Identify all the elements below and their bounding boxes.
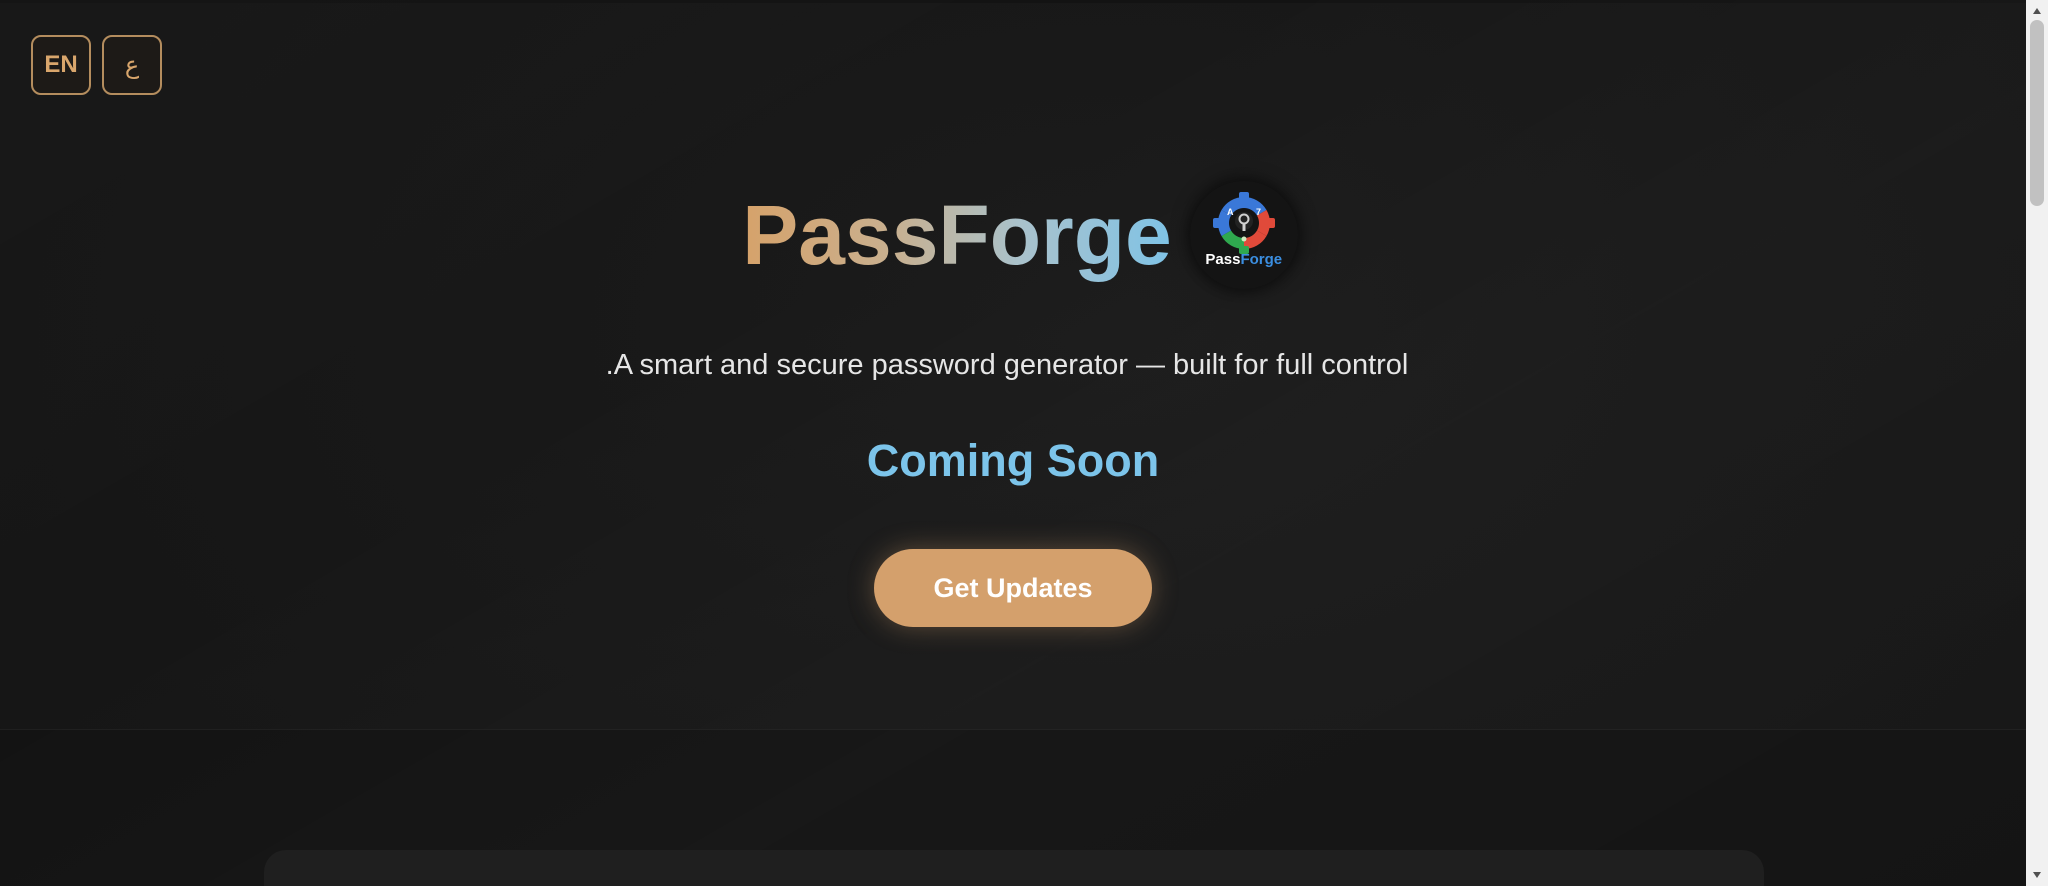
scrollbar-thumb[interactable]: [2030, 20, 2044, 206]
triangle-down-icon[interactable]: [2026, 866, 2048, 884]
title-row: PassForge A 7 PassForge: [0, 180, 2026, 290]
get-updates-button[interactable]: Get Updates: [874, 549, 1152, 627]
language-arabic-button[interactable]: ع: [102, 35, 162, 95]
logo-wordmark-pass: Pass: [1205, 251, 1241, 268]
logo-wordmark-forge: Forge: [1240, 251, 1283, 268]
coming-soon-heading: Coming Soon: [866, 435, 1160, 486]
hero-section: EN ع PassForge A 7 PassForge .A smart an…: [0, 0, 2026, 886]
language-english-button[interactable]: EN: [31, 35, 91, 95]
svg-text:7: 7: [1256, 207, 1261, 217]
page-title: PassForge: [742, 180, 1172, 290]
svg-text:A: A: [1227, 207, 1234, 217]
page-viewport: EN ع PassForge A 7 PassForge .A smart an…: [0, 0, 2026, 886]
passforge-logo-icon: A 7 PassForge: [1189, 181, 1298, 289]
content-panel: [264, 850, 1764, 886]
triangle-up-icon[interactable]: [2026, 2, 2048, 20]
vertical-scrollbar[interactable]: [2026, 0, 2048, 886]
tagline: .A smart and secure password generator —…: [605, 349, 1409, 381]
logo-wordmark: PassForge: [1190, 251, 1298, 268]
